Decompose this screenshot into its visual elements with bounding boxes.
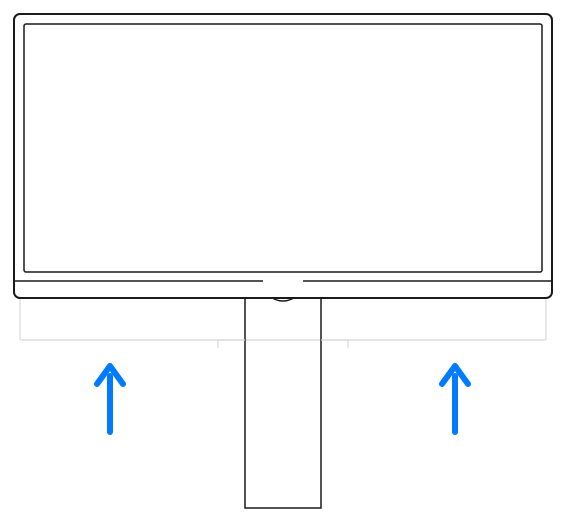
monitor-diagram bbox=[0, 0, 566, 528]
up-arrow-right-icon bbox=[442, 366, 468, 432]
monitor-body bbox=[14, 14, 552, 298]
monitor-ghost-outline bbox=[20, 298, 546, 340]
monitor-stand bbox=[218, 298, 348, 508]
monitor-illustration-svg bbox=[0, 0, 566, 528]
up-arrow-left-icon bbox=[97, 366, 123, 432]
